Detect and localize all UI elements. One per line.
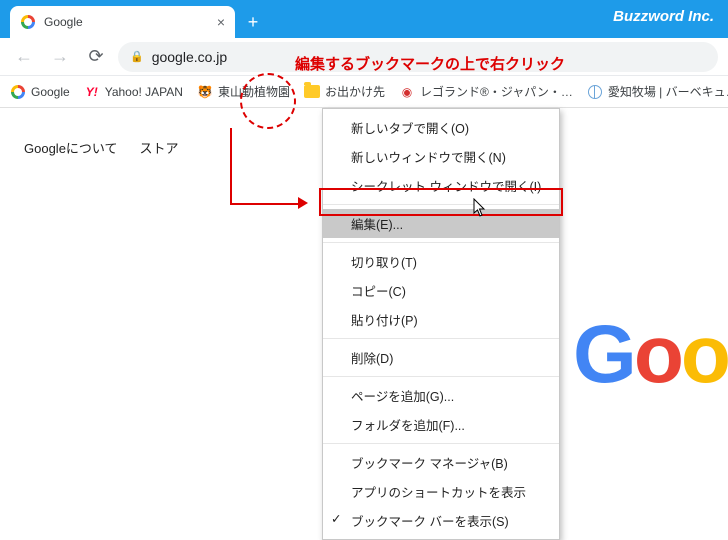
bookmark-label: Yahoo! JAPAN xyxy=(105,85,183,99)
new-tab-button[interactable]: + xyxy=(239,8,267,36)
bookmark-google[interactable]: Google xyxy=(10,84,70,100)
menu-separator xyxy=(323,443,559,444)
check-icon: ✓ xyxy=(331,511,341,526)
lock-icon: 🔒 xyxy=(130,50,144,63)
nav-store[interactable]: ストア xyxy=(140,138,179,157)
globe-icon xyxy=(587,84,603,100)
annotation-arrow-v xyxy=(230,128,232,203)
menu-separator xyxy=(323,338,559,339)
menu-separator xyxy=(323,242,559,243)
annotation-text: 編集するブックマークの上で右クリック xyxy=(295,53,565,74)
context-menu: 新しいタブで開く(O) 新しいウィンドウで開く(N) シークレット ウィンドウで… xyxy=(322,108,560,540)
titlebar: Google × + Buzzword Inc. xyxy=(0,0,728,38)
tab-favicon xyxy=(20,14,36,30)
tab-title: Google xyxy=(44,15,209,29)
google-logo: Goo xyxy=(573,308,728,402)
back-button[interactable]: ← xyxy=(10,43,38,71)
bookmark-label: Google xyxy=(31,85,70,99)
menu-show-app-shortcut[interactable]: アプリのショートカットを表示 xyxy=(323,477,559,506)
menu-edit[interactable]: 編集(E)... xyxy=(323,209,559,238)
bookmark-label: 愛知牧場 | バーベキュ… xyxy=(608,83,728,100)
url-text: google.co.jp xyxy=(152,49,228,65)
menu-separator xyxy=(323,376,559,377)
menu-open-new-tab[interactable]: 新しいタブで開く(O) xyxy=(323,113,559,142)
yahoo-icon: Y! xyxy=(84,84,100,100)
nav-about[interactable]: Googleについて xyxy=(24,138,118,157)
page-content: 編集するブックマークの上で右クリック Googleについて ストア Goo 新し… xyxy=(0,108,728,500)
cursor-icon xyxy=(473,198,487,218)
bookmark-legoland[interactable]: ◉ レゴランド®・ジャパン・… xyxy=(399,83,573,100)
forward-button: → xyxy=(46,43,74,71)
menu-bookmark-manager[interactable]: ブックマーク マネージャ(B) xyxy=(323,448,559,477)
bookmark-folder-odekake[interactable]: お出かけ先 xyxy=(304,83,385,100)
annotation-arrow-h xyxy=(230,203,300,205)
tab-close-icon[interactable]: × xyxy=(217,14,225,30)
folder-icon xyxy=(304,84,320,100)
google-icon xyxy=(10,84,26,100)
google-nav: Googleについて ストア xyxy=(24,138,179,157)
menu-add-page[interactable]: ページを追加(G)... xyxy=(323,381,559,410)
bookmark-label: 東山動植物園 xyxy=(218,83,290,100)
menu-separator xyxy=(323,204,559,205)
annotation-arrowhead xyxy=(298,197,308,209)
menu-paste[interactable]: 貼り付け(P) xyxy=(323,305,559,334)
site-icon: 🐯 xyxy=(197,84,213,100)
menu-delete[interactable]: 削除(D) xyxy=(323,343,559,372)
bookmark-aichi[interactable]: 愛知牧場 | バーベキュ… xyxy=(587,83,728,100)
menu-cut[interactable]: 切り取り(T) xyxy=(323,247,559,276)
brand-label: Buzzword Inc. xyxy=(613,0,714,34)
browser-tab[interactable]: Google × xyxy=(10,6,235,38)
reload-button[interactable]: ⟳ xyxy=(82,43,110,71)
menu-label: ブックマーク バーを表示(S) xyxy=(351,515,509,529)
menu-show-bookmark-bar[interactable]: ✓ ブックマーク バーを表示(S) xyxy=(323,506,559,535)
bookmark-label: レゴランド®・ジャパン・… xyxy=(420,83,573,100)
menu-copy[interactable]: コピー(C) xyxy=(323,276,559,305)
menu-add-folder[interactable]: フォルダを追加(F)... xyxy=(323,410,559,439)
bookmark-label: お出かけ先 xyxy=(325,83,385,100)
bookmarks-bar: Google Y! Yahoo! JAPAN 🐯 東山動植物園 お出かけ先 ◉ レゴラ… xyxy=(0,76,728,108)
bookmark-higashiyama[interactable]: 🐯 東山動植物園 xyxy=(197,83,290,100)
lego-icon: ◉ xyxy=(399,84,415,100)
menu-open-incognito[interactable]: シークレット ウィンドウで開く(I) xyxy=(323,171,559,200)
menu-open-new-window[interactable]: 新しいウィンドウで開く(N) xyxy=(323,142,559,171)
bookmark-yahoo[interactable]: Y! Yahoo! JAPAN xyxy=(84,84,183,100)
